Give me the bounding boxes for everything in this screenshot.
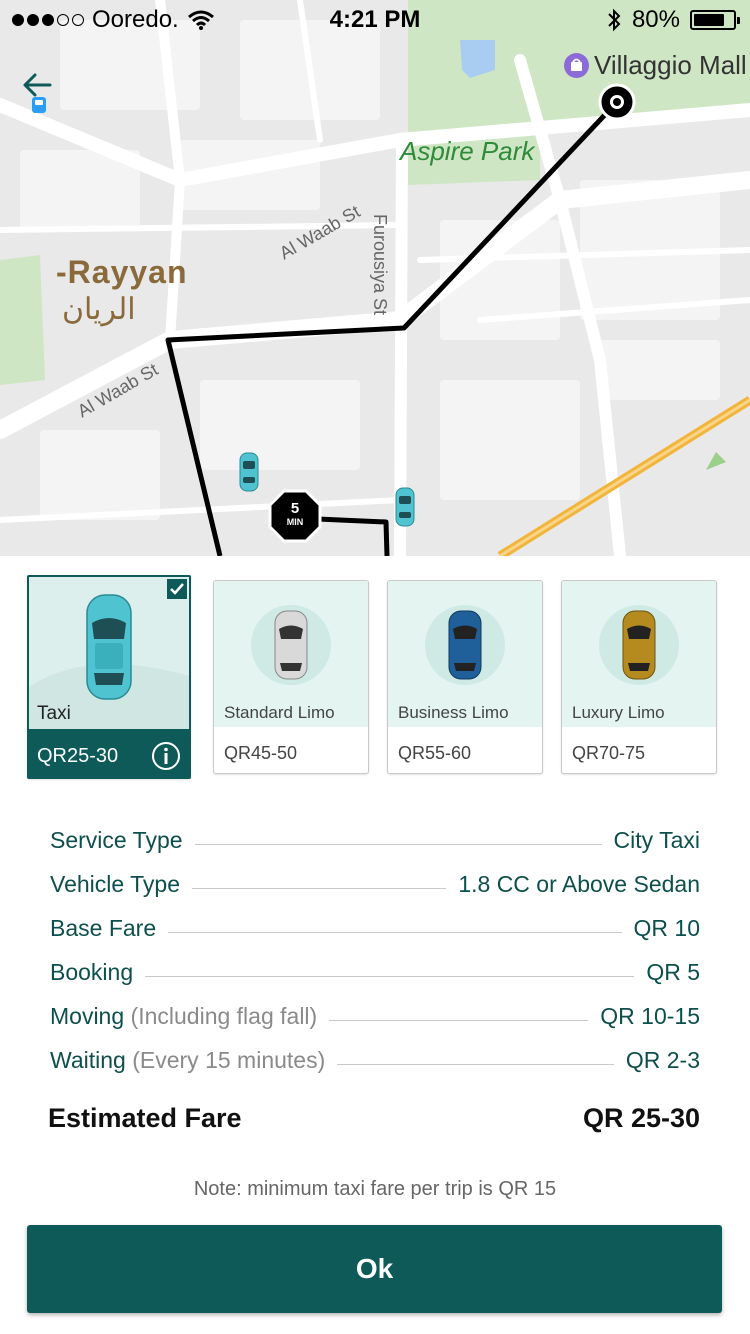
standard-limo-car-icon [274, 610, 308, 680]
vehicle-price: QR70-75 [572, 743, 646, 763]
ok-button[interactable]: Ok [27, 1225, 722, 1313]
fare-details: Service Type City Taxi Vehicle Type 1.8 … [50, 818, 700, 1082]
fare-leader-line [329, 1019, 589, 1021]
mall-icon [564, 53, 589, 78]
fare-label: Waiting [50, 1046, 126, 1073]
taxi-car-icon[interactable] [238, 452, 260, 492]
fare-label: Base Fare [50, 914, 157, 941]
vehicle-card-taxi[interactable]: Taxi QR25-30 [27, 575, 191, 779]
luxury-limo-car-icon [622, 610, 656, 680]
fare-label: Service Type [50, 826, 183, 853]
furousiya-street-label: Furousiya St [370, 214, 390, 316]
fare-value: QR 2-3 [625, 1046, 700, 1073]
fare-label: Moving [50, 1002, 125, 1029]
fare-value: QR 10 [633, 914, 700, 941]
destination-pin-icon[interactable] [598, 83, 636, 121]
fare-row-vehicle-type: Vehicle Type 1.8 CC or Above Sedan [50, 862, 700, 906]
fare-value: 1.8 CC or Above Sedan [458, 870, 700, 897]
aspire-park-label: Aspire Park [400, 136, 535, 166]
fare-leader-line [145, 975, 635, 977]
fare-row-booking: Booking QR 5 [50, 950, 700, 994]
info-icon[interactable] [151, 741, 181, 771]
status-bar: Ooredo. 4:21 PM 80% [0, 0, 750, 40]
minimum-fare-note: Note: minimum taxi fare per trip is QR 1… [193, 1178, 557, 1200]
vehicle-price: QR25-30 [37, 745, 119, 767]
vehicle-name: Luxury Limo [572, 703, 665, 722]
rayyan-label: -Rayyan [56, 254, 188, 290]
taxi-car-icon[interactable] [394, 487, 416, 527]
vehicle-card-luxury-limo[interactable]: Luxury Limo QR70-75 [561, 580, 717, 774]
estimated-fare: Estimated Fare QR 25-30 [48, 1103, 700, 1134]
bluetooth-icon [608, 8, 621, 32]
eta-value: 5 [290, 500, 300, 517]
fare-label: Vehicle Type [50, 870, 181, 897]
business-limo-car-icon [448, 610, 482, 680]
fare-sub-label: (Including flag fall) [130, 1002, 318, 1029]
fare-sub-label: (Every 15 minutes) [132, 1046, 326, 1073]
fare-label: Booking [50, 958, 134, 985]
eta-badge: 5 MIN [268, 501, 322, 528]
eta-unit: MIN [286, 517, 304, 527]
villaggio-mall-label: Villaggio Mall [594, 50, 747, 80]
selected-check-icon [167, 579, 187, 599]
fare-value: QR 10-15 [600, 1002, 700, 1029]
battery-percent: 80% [631, 6, 680, 33]
vehicle-name: Taxi [37, 703, 71, 724]
battery-icon [690, 10, 740, 30]
estimated-fare-label: Estimated Fare [48, 1103, 242, 1133]
vehicle-name: Business Limo [398, 703, 509, 722]
bus-icon [32, 97, 46, 113]
vehicle-card-standard-limo[interactable]: Standard Limo QR45-50 [213, 580, 369, 774]
vehicle-selector: Taxi QR25-30 Standard Limo QR45-50 Busin… [0, 556, 750, 796]
fare-row-waiting: Waiting (Every 15 minutes) QR 2-3 [50, 1038, 700, 1082]
fare-row-moving: Moving (Including flag fall) QR 10-15 [50, 994, 700, 1038]
rayyan-arabic-label: الريان [62, 293, 136, 326]
vehicle-name: Standard Limo [224, 703, 335, 722]
route-map[interactable]: Villaggio Mall Aspire Park -Rayyan الريا… [0, 0, 750, 556]
fare-value: QR 5 [646, 958, 700, 985]
fare-leader-line [168, 931, 622, 933]
fare-value: City Taxi [613, 826, 701, 853]
fare-leader-line [192, 887, 447, 889]
fare-row-base-fare: Base Fare QR 10 [50, 906, 700, 950]
vehicle-price: QR55-60 [398, 743, 472, 763]
vehicle-price: QR45-50 [224, 743, 298, 763]
fare-leader-line [194, 843, 602, 845]
vehicle-card-business-limo[interactable]: Business Limo QR55-60 [387, 580, 543, 774]
taxi-car-icon [86, 594, 132, 700]
fare-leader-line [337, 1063, 614, 1065]
fare-row-service-type: Service Type City Taxi [50, 818, 700, 862]
estimated-fare-value: QR 25-30 [582, 1103, 700, 1133]
